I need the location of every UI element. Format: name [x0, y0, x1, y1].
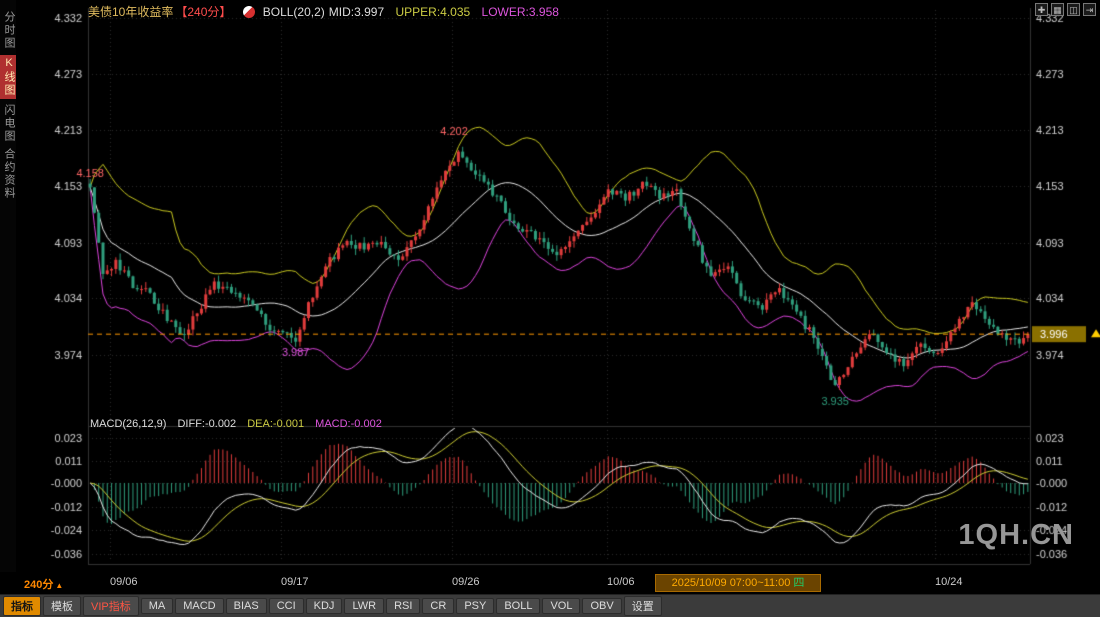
instrument-title: 美债10年收益率	[88, 5, 173, 19]
boll-indicator-label: BOLL(20,2)	[263, 5, 325, 19]
grid-layout-icon[interactable]: ▦	[1051, 3, 1064, 16]
left-chart-type-sidebar: 分时图 K线图闪电图合约资料	[0, 0, 16, 572]
sidebar-item-2[interactable]: 闪电图	[0, 104, 16, 143]
boll-mid-value: MID:3.997	[329, 5, 384, 19]
toolbar-item-LWR[interactable]: LWR	[344, 598, 384, 614]
toolbar-item-VIP指标[interactable]: VIP指标	[83, 596, 139, 616]
macd-params-label: MACD(26,12,9)	[90, 418, 166, 430]
macd-dea-value: DEA:-0.001	[247, 418, 304, 430]
boll-upper-value: UPPER:4.035	[395, 5, 470, 19]
chart-header: 美债10年收益率【240分】 BOLL(20,2) MID:3.997 UPPER…	[88, 3, 567, 20]
toolbar-item-PSY[interactable]: PSY	[456, 598, 494, 614]
sidebar-item-1[interactable]: K线图	[0, 55, 16, 99]
selected-bar-weekday: 四	[793, 577, 804, 589]
toolbar-item-KDJ[interactable]: KDJ	[306, 598, 343, 614]
axis-period-text: 240分	[24, 579, 53, 591]
macd-macd-value: MACD:-0.002	[315, 418, 382, 430]
x-axis-label-09/26: 09/26	[452, 576, 480, 588]
selected-bar-date-text: 2025/10/09 07:00~11:00	[672, 577, 791, 589]
window-layout-icons: ✚▦◫⇥	[1035, 3, 1096, 16]
toolbar-item-OBV[interactable]: OBV	[582, 598, 621, 614]
toolbar-item-BIAS[interactable]: BIAS	[226, 598, 267, 614]
x-axis-label-09/17: 09/17	[281, 576, 309, 588]
time-axis-row: 240分▲ 2025/10/09 07:00~11:00 四 09/06 09/1…	[0, 572, 1100, 594]
toolbar-item-设置[interactable]: 设置	[624, 596, 662, 616]
split-view-icon[interactable]: ◫	[1067, 3, 1080, 16]
macd-diff-value: DIFF:-0.002	[177, 418, 236, 430]
toolbar-item-VOL[interactable]: VOL	[542, 598, 580, 614]
bottom-indicator-toolbar: 指标模板VIP指标MAMACDBIASCCIKDJLWRRSICRPSYBOLL…	[0, 594, 1100, 617]
sidebar-item-3[interactable]: 合约资料	[0, 148, 16, 200]
macd-header: MACD(26,12,9) DIFF:-0.002 DEA:-0.001 MAC…	[90, 418, 390, 430]
toolbar-item-指标[interactable]: 指标	[3, 596, 41, 616]
toolbar-item-CR[interactable]: CR	[422, 598, 454, 614]
toolbar-item-BOLL[interactable]: BOLL	[496, 598, 540, 614]
period-up-arrow-icon: ▲	[55, 581, 63, 590]
add-panel-icon[interactable]: ✚	[1035, 3, 1048, 16]
x-axis-label-09/06: 09/06	[110, 576, 138, 588]
x-axis-label-10/24: 10/24	[935, 576, 963, 588]
toolbar-item-模板[interactable]: 模板	[43, 596, 81, 616]
x-axis-label-10/06: 10/06	[607, 576, 635, 588]
boll-lower-value: LOWER:3.958	[482, 5, 559, 19]
kline-chart-canvas[interactable]	[16, 0, 1100, 572]
toolbar-item-MACD[interactable]: MACD	[175, 598, 223, 614]
sidebar-item-0[interactable]: 分时图	[0, 11, 16, 50]
chart-area: 美债10年收益率【240分】 BOLL(20,2) MID:3.997 UPPER…	[16, 0, 1100, 572]
period-tag[interactable]: 【240分】	[175, 5, 231, 19]
futures-charting-app: 分时图 K线图闪电图合约资料 美债10年收益率【240分】 BOLL(20,2) M…	[0, 0, 1100, 617]
expand-right-icon[interactable]: ⇥	[1083, 3, 1096, 16]
axis-period-label[interactable]: 240分▲	[24, 576, 63, 592]
selected-bar-datetime: 2025/10/09 07:00~11:00 四	[655, 574, 821, 592]
toolbar-item-CCI[interactable]: CCI	[269, 598, 304, 614]
watermark: 1QH.CN	[958, 519, 1074, 552]
toolbar-item-MA[interactable]: MA	[141, 598, 174, 614]
wenhua-logo-icon	[243, 6, 255, 18]
toolbar-item-RSI[interactable]: RSI	[386, 598, 420, 614]
